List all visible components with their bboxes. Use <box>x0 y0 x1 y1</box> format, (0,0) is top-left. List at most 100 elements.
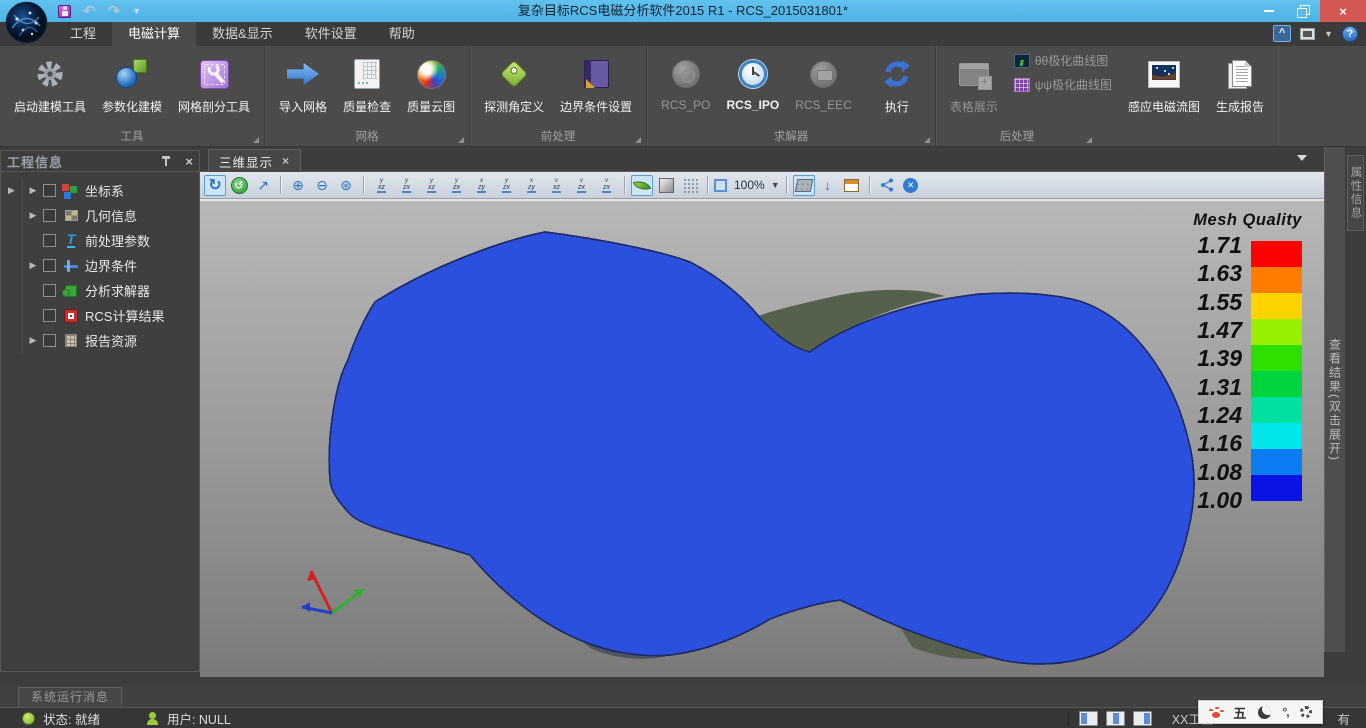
3d-viewport[interactable]: Mesh Quality 1.71 1.63 1.55 1.47 1.39 1.… <box>200 199 1324 677</box>
layout-center-panel-icon[interactable] <box>1106 711 1125 726</box>
properties-collapsed-tab[interactable]: 属性信息 <box>1347 155 1364 231</box>
checkbox[interactable] <box>43 209 56 222</box>
share-icon[interactable] <box>876 175 898 196</box>
results-collapsed-tab[interactable]: 查看结果(双击展开) <box>1324 147 1345 652</box>
view-preset-front[interactable]: yxz <box>370 175 393 196</box>
dialog-launcher-icon[interactable] <box>458 137 464 143</box>
dialog-launcher-icon[interactable] <box>253 137 259 143</box>
legend-value: 1.39 <box>1197 347 1242 370</box>
ime-punctuation-icon[interactable]: °, <box>1282 705 1288 719</box>
book-icon <box>560 54 632 94</box>
zoom-in-icon[interactable]: ⊕ <box>287 175 309 196</box>
psi-polarization-curve-button[interactable]: ψψ极化曲线图 <box>1014 76 1112 93</box>
theta-polarization-curve-button[interactable]: θθ极化曲线图 <box>1014 52 1112 69</box>
tab-3d-display[interactable]: 三维显示 × <box>208 149 301 172</box>
probe-angle-button[interactable]: 探测角定义 <box>476 52 552 115</box>
meshing-tool-button[interactable]: 网格剖分工具 <box>170 52 258 115</box>
view-preset-top[interactable]: xzy <box>470 175 493 196</box>
capture-window-icon[interactable] <box>841 175 863 196</box>
expander-icon[interactable]: ▶ <box>23 210 43 221</box>
view-preset-iso1[interactable]: xzy <box>520 175 543 196</box>
window-style-icon[interactable] <box>1300 28 1315 40</box>
pan-view-icon[interactable]: ↗ <box>252 175 274 196</box>
refresh-view-icon[interactable]: ↺ <box>228 175 250 196</box>
zoom-fit-icon[interactable]: ⊛ <box>335 175 357 196</box>
ime-logo-paw-icon[interactable] <box>1209 706 1222 718</box>
generate-report-button[interactable]: 生成报告 <box>1208 52 1272 115</box>
close-button[interactable]: × <box>1320 0 1366 22</box>
table-display-button[interactable]: 表格展示 <box>942 52 1006 115</box>
window-style-dropdown-icon[interactable]: ▼ <box>1324 29 1333 39</box>
quality-check-button[interactable]: 质量检查 <box>335 52 399 115</box>
tab-list-dropdown-icon[interactable] <box>1297 155 1307 166</box>
tab-close-icon[interactable]: × <box>282 154 290 168</box>
tree-item-preprocess-params[interactable]: T 前处理参数 <box>1 228 199 253</box>
mesh-display-icon[interactable] <box>793 175 815 196</box>
quality-cloudmap-button[interactable]: 质量云图 <box>399 52 463 115</box>
view-preset-bottom[interactable]: yzx <box>495 175 518 196</box>
checkbox[interactable] <box>43 234 56 247</box>
rcs-po-button[interactable]: RCS_PO <box>653 52 718 112</box>
expander-icon[interactable]: ▶ <box>23 335 43 346</box>
menu-tab-em-compute[interactable]: 电磁计算 <box>112 22 196 46</box>
checkbox[interactable] <box>43 309 56 322</box>
ime-mode-label[interactable]: 五 <box>1233 703 1246 722</box>
checkbox[interactable] <box>43 184 56 197</box>
app-logo-icon[interactable] <box>5 1 48 44</box>
dialog-launcher-icon[interactable] <box>924 137 930 143</box>
tree-item-solver[interactable]: 分析求解器 <box>1 278 199 303</box>
view-preset-iso3[interactable]: vzx <box>570 175 593 196</box>
tree-item-geometry-info[interactable]: ▶ 几何信息 <box>1 203 199 228</box>
boundary-settings-button[interactable]: 边界条件设置 <box>552 52 640 115</box>
menu-tab-settings[interactable]: 软件设置 <box>289 22 373 46</box>
checkbox[interactable] <box>43 334 56 347</box>
layout-left-panel-icon[interactable] <box>1079 711 1098 726</box>
parametric-modeling-button[interactable]: 参数化建模 <box>94 52 170 115</box>
zoom-level-value[interactable]: 100% <box>734 178 765 192</box>
tree-item-report-resources[interactable]: ▶ 报告资源 <box>1 328 199 353</box>
launch-modeling-tool-button[interactable]: 启动建模工具 <box>6 52 94 115</box>
dialog-launcher-icon[interactable] <box>1086 137 1092 143</box>
view-preset-left[interactable]: yxz <box>420 175 443 196</box>
menu-tab-project[interactable]: 工程 <box>54 22 112 46</box>
execute-button[interactable]: 执行 <box>865 52 929 115</box>
menu-tab-data-display[interactable]: 数据&显示 <box>196 22 289 46</box>
induced-current-map-button[interactable]: 感应电磁流图 <box>1120 52 1208 115</box>
rotate-view-icon[interactable]: ↻ <box>204 175 226 196</box>
viewport-toolbar: ↻ ↺ ↗ ⊕ ⊖ ⊛ yxz yzx yxz yzx xzy yzx xzy … <box>200 172 1345 199</box>
zoom-out-icon[interactable]: ⊖ <box>311 175 333 196</box>
checkbox[interactable] <box>43 284 56 297</box>
rcs-eec-button[interactable]: RCS_EEC <box>787 52 860 112</box>
system-messages-tab[interactable]: 系统运行消息 <box>18 687 122 707</box>
row-expander-icon[interactable]: ▶ <box>1 178 23 203</box>
view-preset-iso2[interactable]: vxz <box>545 175 568 196</box>
restore-button[interactable] <box>1286 0 1320 22</box>
checkbox[interactable] <box>43 259 56 272</box>
collapse-ribbon-icon[interactable]: ^ <box>1273 25 1291 42</box>
ime-halfwidth-moon-icon[interactable] <box>1258 706 1271 719</box>
download-view-icon[interactable]: ↓ <box>817 175 839 196</box>
panel-close-icon[interactable]: × <box>185 154 193 169</box>
view-preset-back[interactable]: yzx <box>395 175 418 196</box>
pin-icon[interactable] <box>161 155 171 167</box>
tree-item-rcs-results[interactable]: RCS计算结果 <box>1 303 199 328</box>
rcs-ipo-button[interactable]: RCS_IPO <box>718 52 787 112</box>
dialog-launcher-icon[interactable] <box>635 137 641 143</box>
expander-icon[interactable]: ▶ <box>23 260 43 271</box>
menu-tab-help[interactable]: 帮助 <box>373 22 431 46</box>
view-preset-iso4[interactable]: vzx <box>595 175 618 196</box>
smooth-shading-icon[interactable] <box>631 175 653 196</box>
expander-icon[interactable]: ▶ <box>23 185 43 196</box>
layout-right-panel-icon[interactable] <box>1133 711 1152 726</box>
view-preset-right[interactable]: yzx <box>445 175 468 196</box>
zoom-dropdown-icon[interactable]: ▼ <box>771 180 780 190</box>
tree-item-coordinate-system[interactable]: ▶ ▶ 坐标系 <box>1 178 199 203</box>
import-mesh-button[interactable]: 导入网格 <box>271 52 335 115</box>
points-display-icon[interactable] <box>679 175 701 196</box>
close-view-icon[interactable]: ✕ <box>900 175 922 196</box>
flat-shading-icon[interactable] <box>655 175 677 196</box>
tree-item-boundary-conditions[interactable]: ▶ 边界条件 <box>1 253 199 278</box>
help-icon[interactable]: ? <box>1342 26 1358 42</box>
minimize-button[interactable] <box>1252 0 1286 22</box>
ime-settings-gear-icon[interactable] <box>1300 706 1312 718</box>
